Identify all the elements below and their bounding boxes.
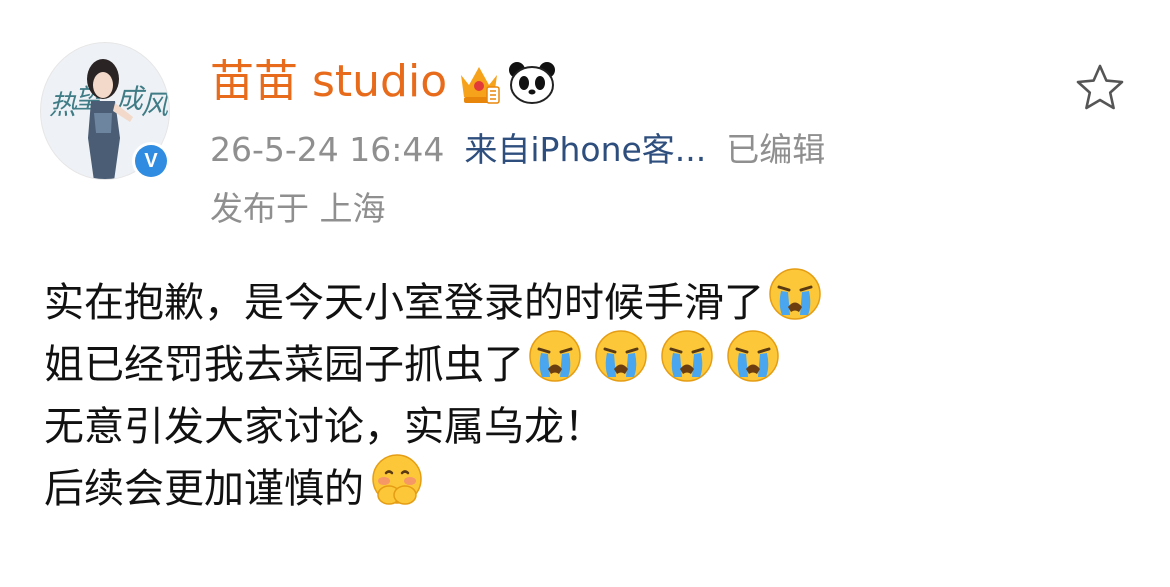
crying-emoji	[594, 329, 648, 401]
blushing-hands-emoji	[368, 453, 426, 525]
post-body: 实在抱歉，是今天小室登录的时候手滑了 姐已经罚我去菜园子抓虫了 无意引发大家讨论…	[44, 268, 822, 520]
post-line: 无意引发大家讨论，实属乌龙！	[44, 396, 822, 458]
post-time: 26-5-24 16:44	[210, 130, 445, 169]
post-line-text: 无意引发大家讨论，实属乌龙！	[44, 404, 604, 450]
star-icon[interactable]	[1074, 62, 1126, 114]
crying-emoji	[726, 329, 780, 401]
author-name-label: 苗苗 studio	[210, 56, 448, 107]
post-line-text: 实在抱歉，是今天小室登录的时候手滑了	[44, 280, 764, 326]
post-line-text: 姐已经罚我去菜园子抓虫了	[44, 342, 524, 388]
author-name[interactable]: 苗苗 studio	[210, 54, 557, 110]
verified-icon: V	[132, 142, 170, 180]
post-line: 后续会更加谨慎的	[44, 454, 822, 520]
panda-icon[interactable]	[507, 59, 557, 105]
crying-emoji	[660, 329, 714, 401]
post-line-text: 后续会更加谨慎的	[44, 466, 364, 512]
edited-label[interactable]: 已编辑	[726, 130, 825, 169]
post-meta: 26-5-24 16:44 来自iPhone客... 已编辑	[210, 128, 825, 172]
post-location: 发布于 上海	[210, 189, 386, 228]
post-line: 姐已经罚我去菜园子抓虫了	[44, 330, 822, 396]
crying-emoji	[528, 329, 582, 401]
post-line: 实在抱歉，是今天小室登录的时候手滑了	[44, 268, 822, 334]
crown-badge-icon[interactable]	[457, 59, 501, 105]
post-source[interactable]: 来自iPhone客...	[464, 130, 706, 169]
